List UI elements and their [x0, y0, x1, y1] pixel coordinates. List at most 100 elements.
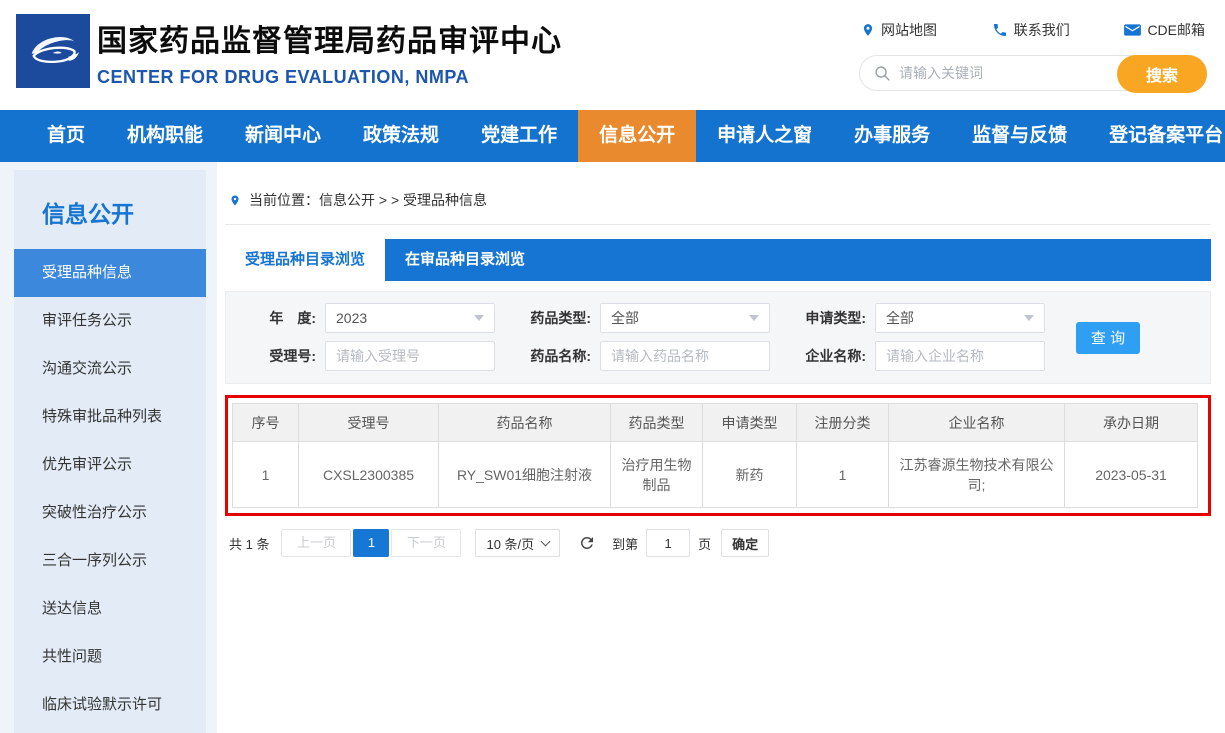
prev-page-button[interactable]: 上一页: [281, 529, 351, 557]
filter-group-apply-type: 申请类型: 全部: [786, 303, 1045, 333]
accept-no-input[interactable]: [325, 341, 495, 371]
location-pin-icon: [861, 22, 875, 38]
contact-link[interactable]: 联系我们: [992, 20, 1070, 40]
col-reg-class: 注册分类: [797, 404, 889, 442]
nav-item-supervision[interactable]: 监督与反馈: [951, 110, 1088, 162]
sidebar-item-communication[interactable]: 沟通交流公示: [14, 345, 206, 393]
cell-reg-class: 1: [797, 442, 889, 508]
table-header-row: 序号 受理号 药品名称 药品类型 申请类型 注册分类 企业名称 承办日期: [233, 404, 1198, 442]
breadcrumb-text: 当前位置：信息公开 > > 受理品种信息: [249, 190, 487, 210]
filter-group-year: 年 度: 2023: [236, 303, 495, 333]
annotation-red-box: 序号 受理号 药品名称 药品类型 申请类型 注册分类 企业名称 承办日期 1 C…: [225, 395, 1211, 516]
cell-accept-no: CXSL2300385: [299, 442, 439, 508]
nav-item-news[interactable]: 新闻中心: [224, 110, 342, 162]
location-pin-icon: [229, 193, 241, 208]
col-apply-type: 申请类型: [703, 404, 797, 442]
apply-type-select[interactable]: 全部: [875, 303, 1045, 333]
drug-name-label: 药品名称:: [511, 346, 591, 366]
apply-type-label: 申请类型:: [786, 308, 866, 328]
phone-icon: [992, 22, 1008, 38]
total-count: 共 1 条: [229, 534, 269, 553]
nav-item-policies[interactable]: 政策法规: [342, 110, 460, 162]
drug-name-input[interactable]: [600, 341, 770, 371]
sidebar-item-breakthrough-therapy[interactable]: 突破性治疗公示: [14, 489, 206, 537]
site-title: 国家药品监督管理局药品审评中心: [97, 16, 562, 60]
refresh-button[interactable]: [578, 534, 596, 552]
company-label: 企业名称:: [786, 346, 866, 366]
page-size-select[interactable]: 10 条/页: [475, 529, 560, 557]
sidebar-rail: 信息公开 受理品种信息 审评任务公示 沟通交流公示 特殊审批品种列表 优先审评公…: [0, 162, 217, 733]
sidebar-item-review-tasks[interactable]: 审评任务公示: [14, 297, 206, 345]
apply-type-select-value: 全部: [886, 308, 1024, 328]
envelope-icon: [1124, 23, 1141, 37]
page-layout: 信息公开 受理品种信息 审评任务公示 沟通交流公示 特殊审批品种列表 优先审评公…: [0, 162, 1225, 733]
nav-item-info-disclosure[interactable]: 信息公开: [578, 110, 696, 162]
company-input[interactable]: [875, 341, 1045, 371]
col-accept-no: 受理号: [299, 404, 439, 442]
nav-item-home[interactable]: 首页: [26, 110, 106, 162]
page-1-button[interactable]: 1: [353, 529, 389, 557]
cell-drug-name: RY_SW01细胞注射液: [439, 442, 611, 508]
goto-page-input[interactable]: [646, 529, 690, 557]
results-table: 序号 受理号 药品名称 药品类型 申请类型 注册分类 企业名称 承办日期 1 C…: [232, 403, 1198, 508]
accept-no-label: 受理号:: [236, 346, 316, 366]
search-button[interactable]: 搜索: [1117, 55, 1207, 93]
confirm-button[interactable]: 确定: [721, 529, 769, 557]
tab-accepted-catalog[interactable]: 受理品种目录浏览: [225, 239, 385, 281]
sidebar-title: 信息公开: [14, 170, 206, 249]
search-bar: 搜索: [859, 55, 1207, 91]
refresh-icon: [578, 534, 596, 552]
cde-logo: [16, 14, 90, 88]
filter-panel: 年 度: 2023 药品类型: 全部 申请类型: 全部: [225, 291, 1211, 384]
col-drug-type: 药品类型: [611, 404, 703, 442]
sidebar-item-delivery-info[interactable]: 送达信息: [14, 585, 206, 633]
col-seq: 序号: [233, 404, 299, 442]
search-input[interactable]: [899, 65, 1089, 81]
sidebar-item-clinical-trial-license[interactable]: 临床试验默示许可: [14, 681, 206, 729]
nav-item-functions[interactable]: 机构职能: [106, 110, 224, 162]
cell-company: 江苏睿源生物技术有限公司;: [889, 442, 1065, 508]
site-title-block: 国家药品监督管理局药品审评中心 CENTER FOR DRUG EVALUATI…: [97, 16, 562, 88]
site-subtitle: CENTER FOR DRUG EVALUATION, NMPA: [97, 67, 562, 88]
main-content: 当前位置：信息公开 > > 受理品种信息 受理品种目录浏览 在审品种目录浏览 年…: [217, 162, 1225, 733]
cde-mail-link-label: CDE邮箱: [1147, 20, 1205, 40]
nav-item-party[interactable]: 党建工作: [460, 110, 578, 162]
header-right: 网站地图 联系我们 CDE邮箱 搜索: [859, 20, 1207, 91]
cde-mail-link[interactable]: CDE邮箱: [1124, 20, 1205, 40]
cell-seq: 1: [233, 442, 299, 508]
sidebar-item-priority-review[interactable]: 优先审评公示: [14, 441, 206, 489]
col-drug-name: 药品名称: [439, 404, 611, 442]
chevron-down-icon: [749, 315, 759, 321]
col-date: 承办日期: [1065, 404, 1198, 442]
chevron-down-icon: [541, 537, 551, 547]
pagination: 共 1 条 上一页 1 下一页 10 条/页 到第 页 确定: [229, 529, 1211, 557]
sitemap-link-label: 网站地图: [881, 20, 937, 40]
filter-group-drug-name: 药品名称:: [511, 341, 770, 371]
quick-links: 网站地图 联系我们 CDE邮箱: [859, 20, 1207, 40]
sidebar-item-common-issues[interactable]: 共性问题: [14, 633, 206, 681]
year-label: 年 度:: [236, 308, 316, 328]
sidebar-item-three-in-one[interactable]: 三合一序列公示: [14, 537, 206, 585]
nav-item-services[interactable]: 办事服务: [833, 110, 951, 162]
chevron-down-icon: [1024, 315, 1034, 321]
query-button[interactable]: 查 询: [1076, 322, 1140, 354]
sidebar-item-accepted-varieties[interactable]: 受理品种信息: [14, 249, 206, 297]
nav-item-registration-platform[interactable]: 登记备案平台: [1088, 110, 1225, 162]
tab-under-review-catalog[interactable]: 在审品种目录浏览: [385, 239, 545, 281]
drug-type-select[interactable]: 全部: [600, 303, 770, 333]
sidebar-item-special-approval[interactable]: 特殊审批品种列表: [14, 393, 206, 441]
filter-row-1: 年 度: 2023 药品类型: 全部 申请类型: 全部: [236, 303, 1194, 333]
next-page-button[interactable]: 下一页: [391, 529, 461, 557]
chevron-down-icon: [474, 315, 484, 321]
year-select-value: 2023: [336, 310, 474, 326]
nav-item-applicant-window[interactable]: 申请人之窗: [696, 110, 833, 162]
swallow-logo-icon: [24, 22, 82, 80]
page-size-value: 10 条/页: [486, 534, 534, 553]
sidebar: 信息公开 受理品种信息 审评任务公示 沟通交流公示 特殊审批品种列表 优先审评公…: [14, 170, 206, 733]
filter-group-drug-type: 药品类型: 全部: [511, 303, 770, 333]
cell-drug-type: 治疗用生物制品: [611, 442, 703, 508]
year-select[interactable]: 2023: [325, 303, 495, 333]
sitemap-link[interactable]: 网站地图: [861, 20, 937, 40]
filter-group-accept-no: 受理号:: [236, 341, 495, 371]
col-company: 企业名称: [889, 404, 1065, 442]
